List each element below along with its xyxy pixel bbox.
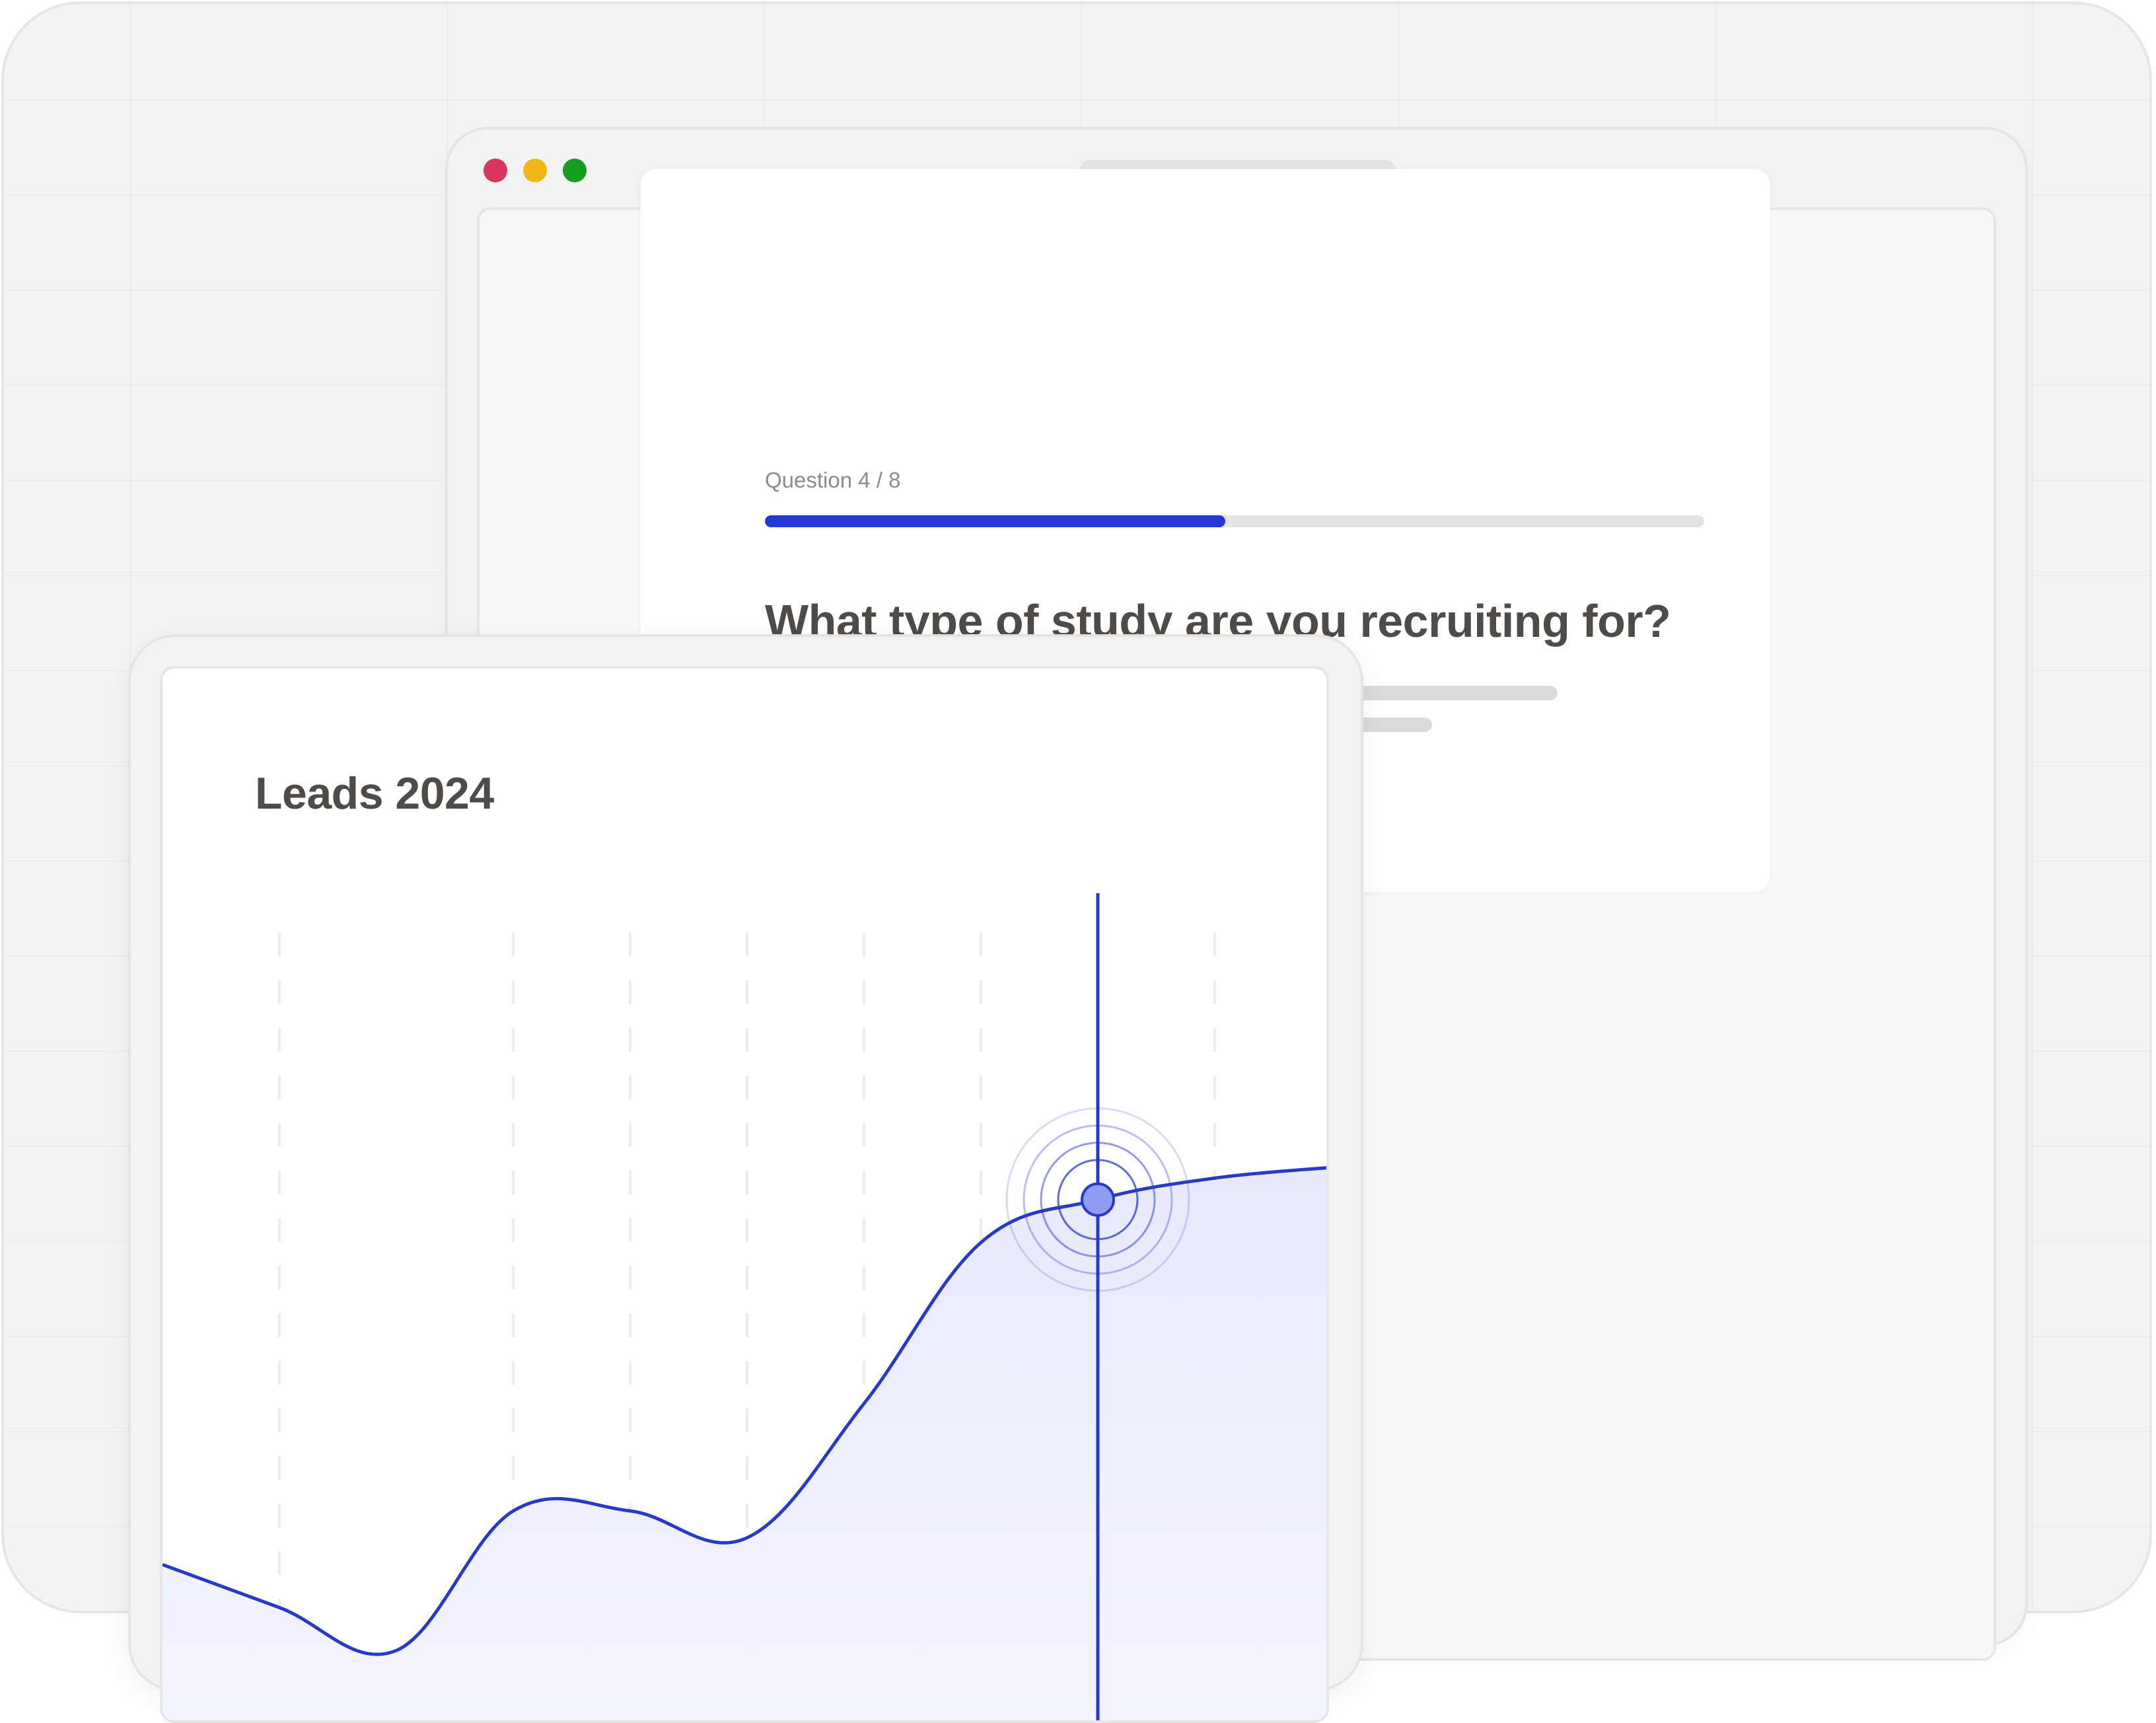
- canvas: Question 4 / 8 What type of study are yo…: [0, 0, 2156, 1723]
- highlight-point: [1081, 1182, 1115, 1217]
- close-window-button[interactable]: [484, 159, 507, 182]
- minimize-window-button[interactable]: [523, 159, 547, 182]
- tablet-device: Leads 2024: [128, 634, 1363, 1723]
- question-counter: Question 4 / 8: [765, 468, 901, 492]
- maximize-window-button[interactable]: [563, 159, 587, 182]
- tablet-screen: Leads 2024: [160, 666, 1329, 1723]
- survey-progress-bar: [765, 515, 1704, 527]
- survey-progress-fill: [765, 515, 1225, 527]
- leads-chart: [162, 893, 1326, 1720]
